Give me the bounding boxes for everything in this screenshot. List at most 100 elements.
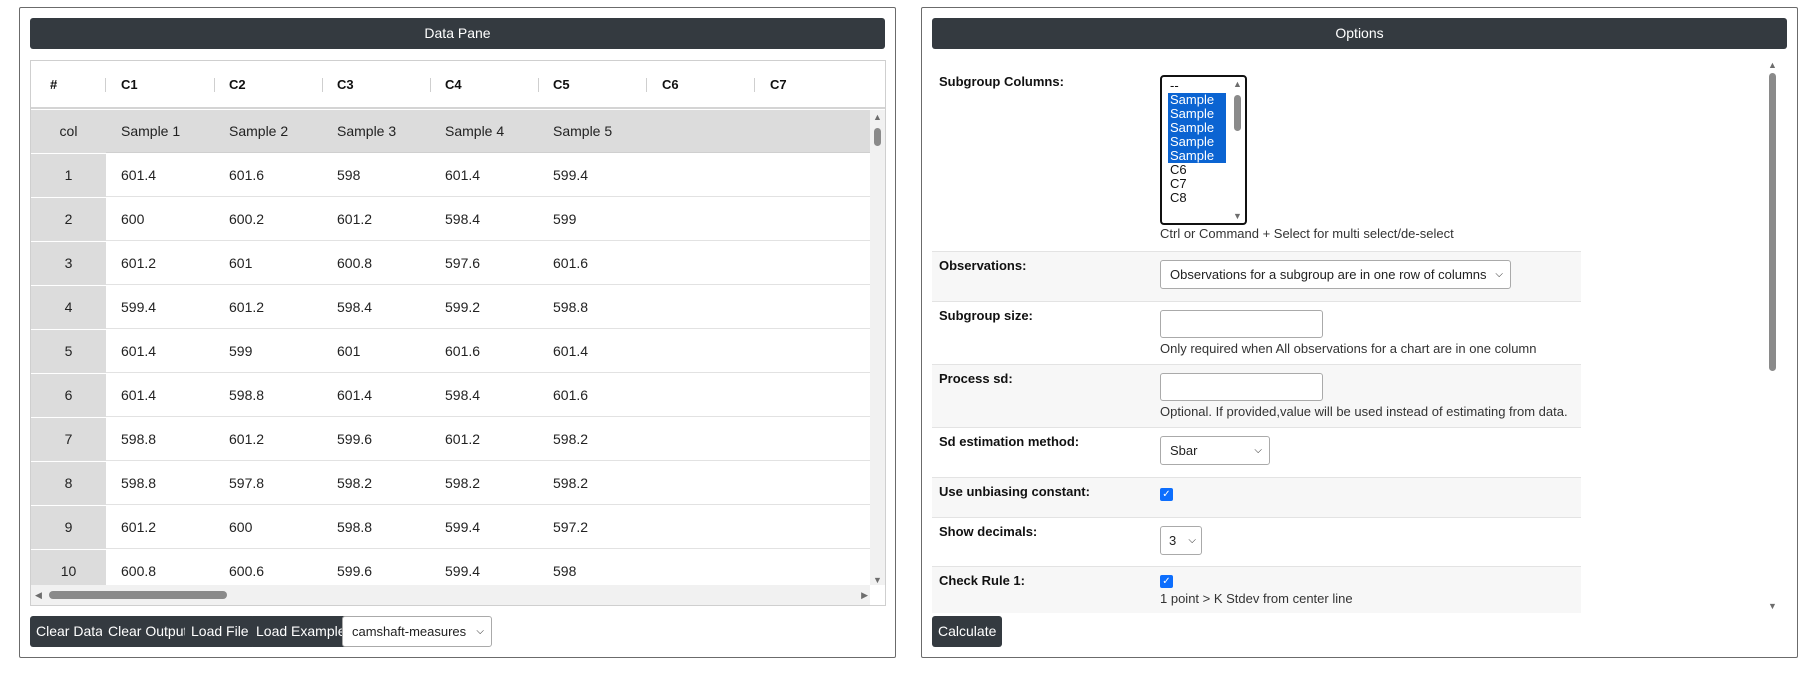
grid-cell[interactable]: 601.6 [445,330,480,373]
grid-cell[interactable]: Sample 5 [553,110,612,153]
listbox-option[interactable]: C6 [1168,163,1189,177]
grid-cell[interactable]: 598.2 [553,462,588,505]
grid-cell[interactable]: 597.8 [229,462,264,505]
grid-cell[interactable]: Sample 4 [445,110,504,153]
column-header-c6[interactable]: C6 [662,61,679,109]
grid-cell[interactable]: 597.2 [553,506,588,549]
grid-cell[interactable]: 601.2 [121,506,156,549]
process-sd-input[interactable] [1160,373,1323,401]
grid-cell[interactable]: 600 [121,198,144,241]
grid-cell[interactable]: 598.4 [445,374,480,417]
row-header[interactable]: 9 [31,506,106,549]
column-header-c5[interactable]: C5 [553,61,570,109]
grid-cell[interactable]: 598.2 [445,462,480,505]
grid-cell[interactable]: 601.4 [337,374,372,417]
grid-cell[interactable]: 601.6 [553,374,588,417]
grid-cell[interactable]: 598.8 [553,286,588,329]
grid-cell[interactable]: 600.2 [229,198,264,241]
listbox-option[interactable]: C8 [1168,191,1189,205]
options-scrollbar[interactable]: ▲ ▼ [1766,58,1779,613]
column-header-c3[interactable]: C3 [337,61,354,109]
grid-cell[interactable]: 598.8 [121,418,156,461]
row-header[interactable]: 6 [31,374,106,417]
grid-cell[interactable]: 599.6 [337,418,372,461]
listbox-option[interactable]: Sample 2 [1168,107,1226,135]
grid-cell[interactable]: 597.6 [445,242,480,285]
grid-cell[interactable]: 598.8 [121,462,156,505]
grid-cell[interactable]: 601.6 [229,154,264,197]
grid-cell[interactable]: Sample 3 [337,110,396,153]
grid-cell[interactable]: 598 [553,550,576,587]
grid-cell[interactable]: 601.4 [121,154,156,197]
grid-cell[interactable]: 600.6 [229,550,264,587]
row-header[interactable]: 3 [31,242,106,285]
grid-cell[interactable]: 599.2 [445,286,480,329]
column-header-c7[interactable]: C7 [770,61,787,109]
grid-cell[interactable]: 601.2 [229,286,264,329]
listbox-option[interactable]: -- [1168,79,1181,93]
row-header[interactable]: 8 [31,462,106,505]
subgroup-size-input[interactable] [1160,310,1323,338]
row-header[interactable]: col [31,110,106,153]
grid-cell[interactable]: 600.8 [121,550,156,587]
row-header[interactable]: 5 [31,330,106,373]
grid-cell[interactable]: 599.4 [445,550,480,587]
grid-cell[interactable]: 601.6 [553,242,588,285]
listbox-option[interactable]: C7 [1168,177,1189,191]
grid-cell[interactable]: 598.2 [553,418,588,461]
grid-cell[interactable]: 601.2 [121,242,156,285]
column-header-c1[interactable]: C1 [121,61,138,109]
grid-cell[interactable]: 600.8 [337,242,372,285]
grid-cell[interactable]: 599.4 [121,286,156,329]
grid-cell[interactable]: 599 [553,198,576,241]
column-header-c2[interactable]: C2 [229,61,246,109]
show-decimals-select[interactable]: 3 ⌵ [1160,526,1202,555]
grid-cell[interactable]: 599 [229,330,252,373]
grid-cell[interactable]: 601.2 [445,418,480,461]
listbox-option[interactable]: Sample 4 [1168,135,1226,163]
grid-cell[interactable]: 599.4 [553,154,588,197]
grid-cell[interactable]: 601 [337,330,360,373]
calculate-button[interactable]: Calculate [932,616,1003,647]
grid-cell[interactable]: 599.6 [337,550,372,587]
row-header[interactable]: 10 [31,550,106,587]
grid-cell[interactable]: 601.2 [229,418,264,461]
grid-cell[interactable]: Sample 2 [229,110,288,153]
unbiasing-checkbox[interactable]: ✓ [1160,488,1173,501]
grid-cell[interactable]: 601.4 [121,374,156,417]
column-header-c4[interactable]: C4 [445,61,462,109]
grid-cell[interactable]: 600 [229,506,252,549]
row-header[interactable]: 7 [31,418,106,461]
grid-cell[interactable]: 601.4 [445,154,480,197]
grid-cell[interactable]: Sample 1 [121,110,180,153]
grid-cell[interactable]: 598.8 [337,506,372,549]
observations-select[interactable]: Observations for a subgroup are in one r… [1160,260,1511,289]
load-file-button[interactable]: Load File [185,616,255,647]
listbox-scrollbar[interactable]: ▲ ▼ [1232,79,1243,221]
grid-horizontal-scrollbar[interactable]: ◀ ▶ [31,585,872,605]
row-header[interactable]: 4 [31,286,106,329]
clear-output-button[interactable]: Clear Output [102,616,194,647]
sd-method-select[interactable]: Sbar ⌵ [1160,436,1270,465]
example-select[interactable]: camshaft-measures ⌵ [342,616,492,647]
clear-data-button[interactable]: Clear Data [30,616,109,647]
listbox-option[interactable]: Sample 3 [1168,121,1226,149]
grid-cell[interactable]: 598 [337,154,360,197]
grid-cell[interactable]: 601.4 [553,330,588,373]
row-header[interactable]: 2 [31,198,106,241]
grid-vertical-scrollbar[interactable]: ▲ ▼ [870,110,885,587]
listbox-option[interactable]: Sample 1 [1168,93,1226,121]
grid-cell[interactable]: 598.4 [337,286,372,329]
row-header[interactable]: 1 [31,154,106,197]
grid-cell[interactable]: 601 [229,242,252,285]
grid-cell[interactable]: 598.4 [445,198,480,241]
grid-cell[interactable]: 598.8 [229,374,264,417]
grid-cell[interactable]: 598.2 [337,462,372,505]
load-example-button[interactable]: Load Example [250,616,352,647]
grid-cell[interactable]: 599.4 [445,506,480,549]
check-rule-1-checkbox[interactable]: ✓ [1160,575,1173,588]
grid-cell[interactable]: 601.4 [121,330,156,373]
listbox-option[interactable]: Sample 5 [1168,149,1226,177]
grid-cell[interactable]: 601.2 [337,198,372,241]
subgroup-columns-listbox[interactable]: ▲ ▼ --Sample 1Sample 2Sample 3Sample 4Sa… [1160,75,1247,225]
